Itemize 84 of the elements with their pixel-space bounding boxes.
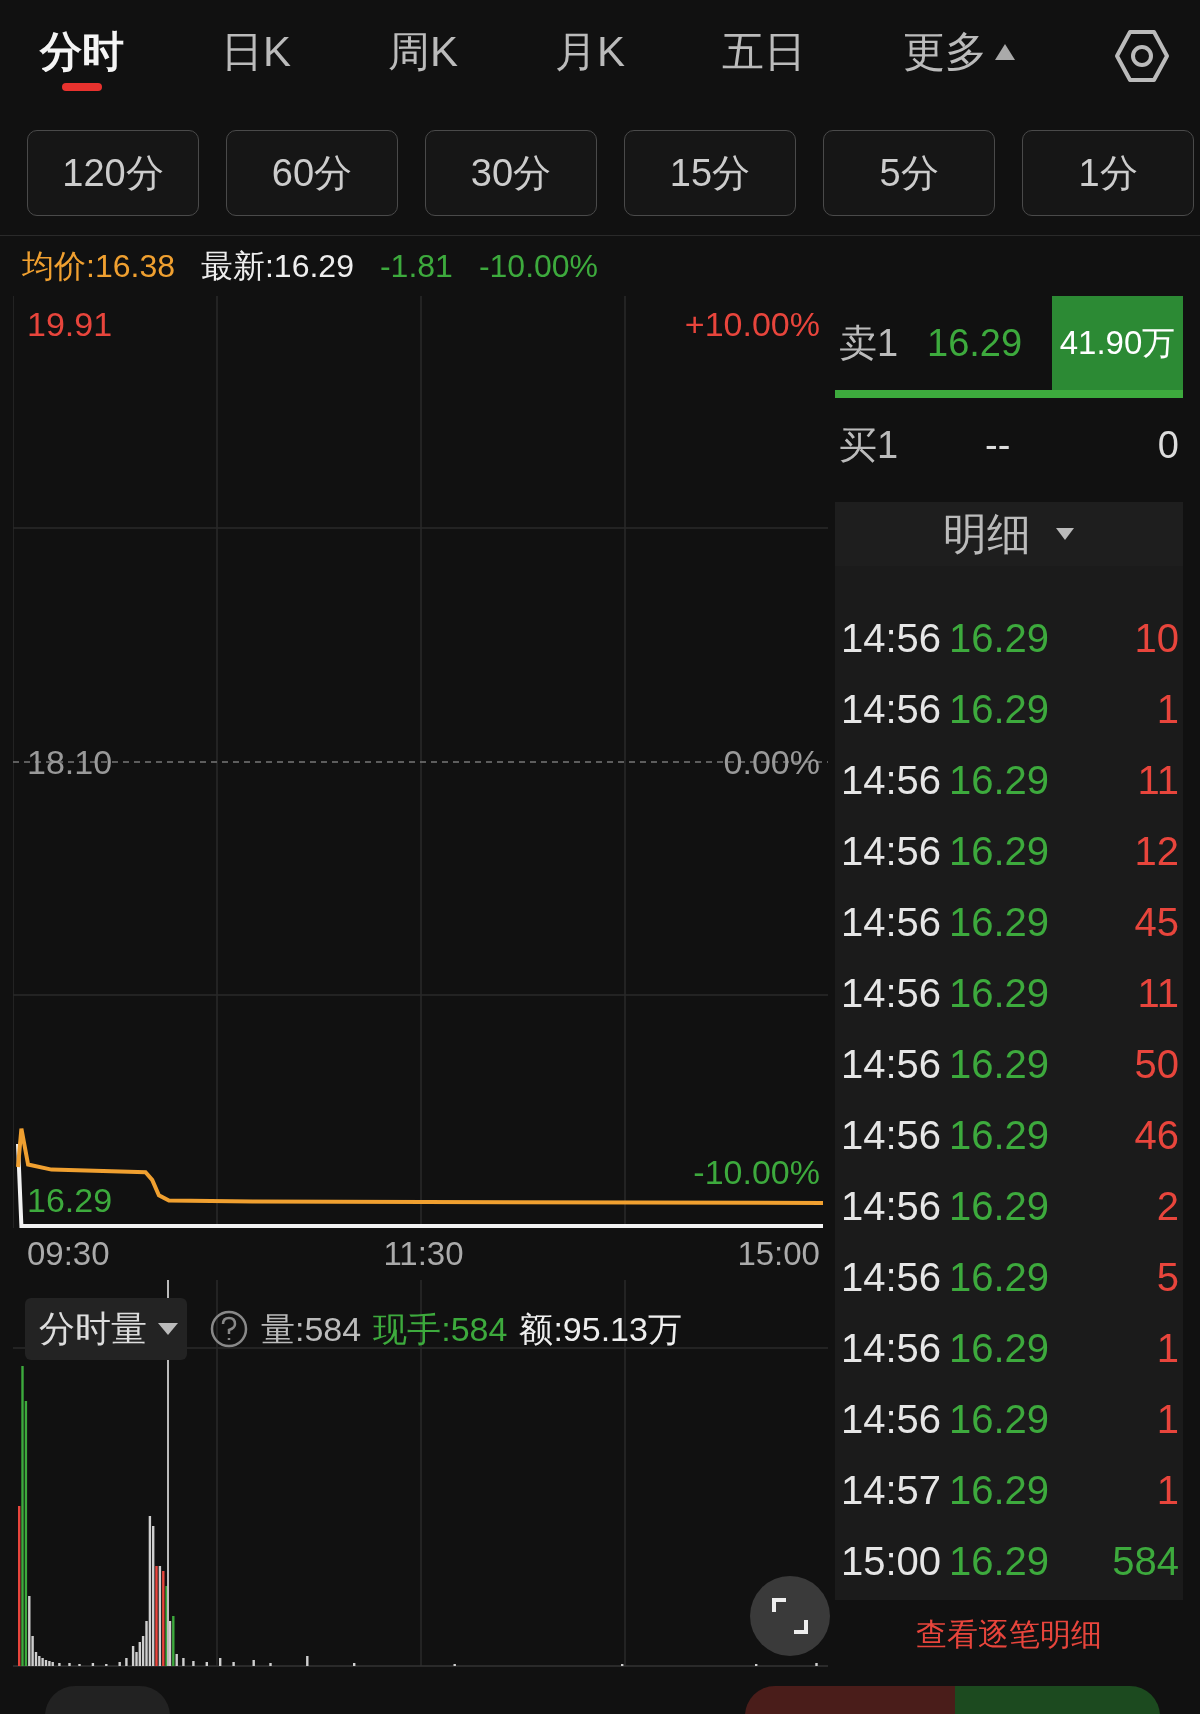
fullscreen-icon <box>770 1596 810 1636</box>
tab[interactable]: 日K <box>221 20 291 92</box>
trade-price: 16.29 <box>949 1537 1051 1585</box>
average-price: 均价:16.38 <box>22 247 175 286</box>
price-label: 19.91 <box>27 305 113 343</box>
trade-volume: 11 <box>1137 756 1179 804</box>
interval-button[interactable]: 60分 <box>226 130 398 216</box>
tab[interactable]: 周K <box>388 20 458 92</box>
trade-time: 14:56 <box>841 898 943 946</box>
trade-time: 14:56 <box>841 1253 943 1301</box>
trade-volume: 10 <box>1134 614 1179 662</box>
settings-icon[interactable] <box>1113 28 1170 84</box>
trade-time: 14:56 <box>841 827 943 875</box>
trade-time: 14:56 <box>841 1395 943 1443</box>
trade-volume: 1 <box>1156 685 1179 733</box>
trade-price: 16.29 <box>949 1111 1051 1159</box>
tab[interactable]: 分时 <box>40 20 124 92</box>
trade-volume: 5 <box>1156 1253 1179 1301</box>
ask-volume: 41.90万 <box>1052 296 1183 390</box>
interval-button[interactable]: 15分 <box>624 130 796 216</box>
time-label: 15:00 <box>737 1234 820 1275</box>
trade-volume: 1 <box>1156 1466 1179 1514</box>
trade-price: 16.29 <box>949 1253 1051 1301</box>
price-change: -1.81 <box>379 247 453 286</box>
trade-price: 16.29 <box>949 827 1051 875</box>
interval-button[interactable]: 30分 <box>425 130 597 216</box>
trade-volume: 45 <box>1134 898 1179 946</box>
view-all-trades-link[interactable]: 查看逐笔明细 <box>916 1611 1102 1659</box>
percent-label: -10.00% <box>693 1153 820 1191</box>
tab[interactable]: 月K <box>555 20 625 92</box>
trade-time: 14:56 <box>841 1040 943 1088</box>
trade-time: 14:56 <box>841 1111 943 1159</box>
price-label: 16.29 <box>27 1181 113 1219</box>
ask-price: 16.29 <box>927 320 1024 366</box>
trade-volume: 12 <box>1134 827 1179 875</box>
trade-volume: 584 <box>1112 1537 1179 1585</box>
trade-price: 16.29 <box>949 969 1051 1017</box>
interval-button[interactable]: 1分 <box>1022 130 1194 216</box>
trade-volume: 50 <box>1134 1040 1179 1088</box>
trade-price: 16.29 <box>949 756 1051 804</box>
trade-time: 14:56 <box>841 1182 943 1230</box>
interval-button[interactable]: 120分 <box>27 130 199 216</box>
tab[interactable]: 五日 <box>722 20 806 92</box>
percent-label: +10.00% <box>684 305 820 343</box>
trade-volume: 1 <box>1156 1324 1179 1372</box>
trade-time: 14:56 <box>841 756 943 804</box>
trade-price: 16.29 <box>949 685 1051 733</box>
trade-volume: 46 <box>1134 1111 1179 1159</box>
trade-price: 16.29 <box>949 1395 1051 1443</box>
trade-price: 16.29 <box>949 1466 1051 1514</box>
trade-time: 14:56 <box>841 969 943 1017</box>
help-icon[interactable] <box>209 1309 249 1349</box>
caret-icon <box>157 1322 179 1336</box>
time-label: 11:30 <box>383 1234 464 1275</box>
latest-price: 最新:16.29 <box>200 247 354 286</box>
trade-price: 16.29 <box>949 898 1051 946</box>
price-label: 18.10 <box>27 743 113 781</box>
interval-button[interactable]: 5分 <box>823 130 995 216</box>
trade-price: 16.29 <box>949 1324 1051 1372</box>
volume-value: 量:584 <box>261 1308 362 1350</box>
trade-time: 14:56 <box>841 685 943 733</box>
current-hand-value: 现手:584 <box>373 1308 508 1350</box>
trade-price: 16.29 <box>949 1182 1051 1230</box>
trade-price: 16.29 <box>949 614 1051 662</box>
tab[interactable]: 更多 <box>902 20 1017 92</box>
trade-volume: 1 <box>1156 1395 1179 1443</box>
caret-icon <box>1055 527 1075 541</box>
bid-volume: 0 <box>1157 422 1180 468</box>
caret-icon <box>992 42 1017 62</box>
trade-time: 14:57 <box>841 1466 943 1514</box>
trade-time: 14:56 <box>841 614 943 662</box>
trade-time: 14:56 <box>841 1324 943 1372</box>
indicator-dropdown[interactable]: 分时量 <box>25 1298 187 1360</box>
trade-time: 15:00 <box>841 1537 943 1585</box>
amount-value: 额:95.13万 <box>519 1308 682 1350</box>
trade-volume: 11 <box>1137 969 1179 1017</box>
trade-price: 16.29 <box>949 1040 1051 1088</box>
time-label: 09:30 <box>27 1234 110 1275</box>
percent-label: 0.00% <box>723 743 820 781</box>
bid-price: -- <box>985 422 1012 468</box>
bid-label: 买1 <box>838 422 900 468</box>
percent-change: -10.00% <box>478 247 599 286</box>
ask-label: 卖1 <box>838 320 900 366</box>
trade-volume: 2 <box>1156 1182 1179 1230</box>
